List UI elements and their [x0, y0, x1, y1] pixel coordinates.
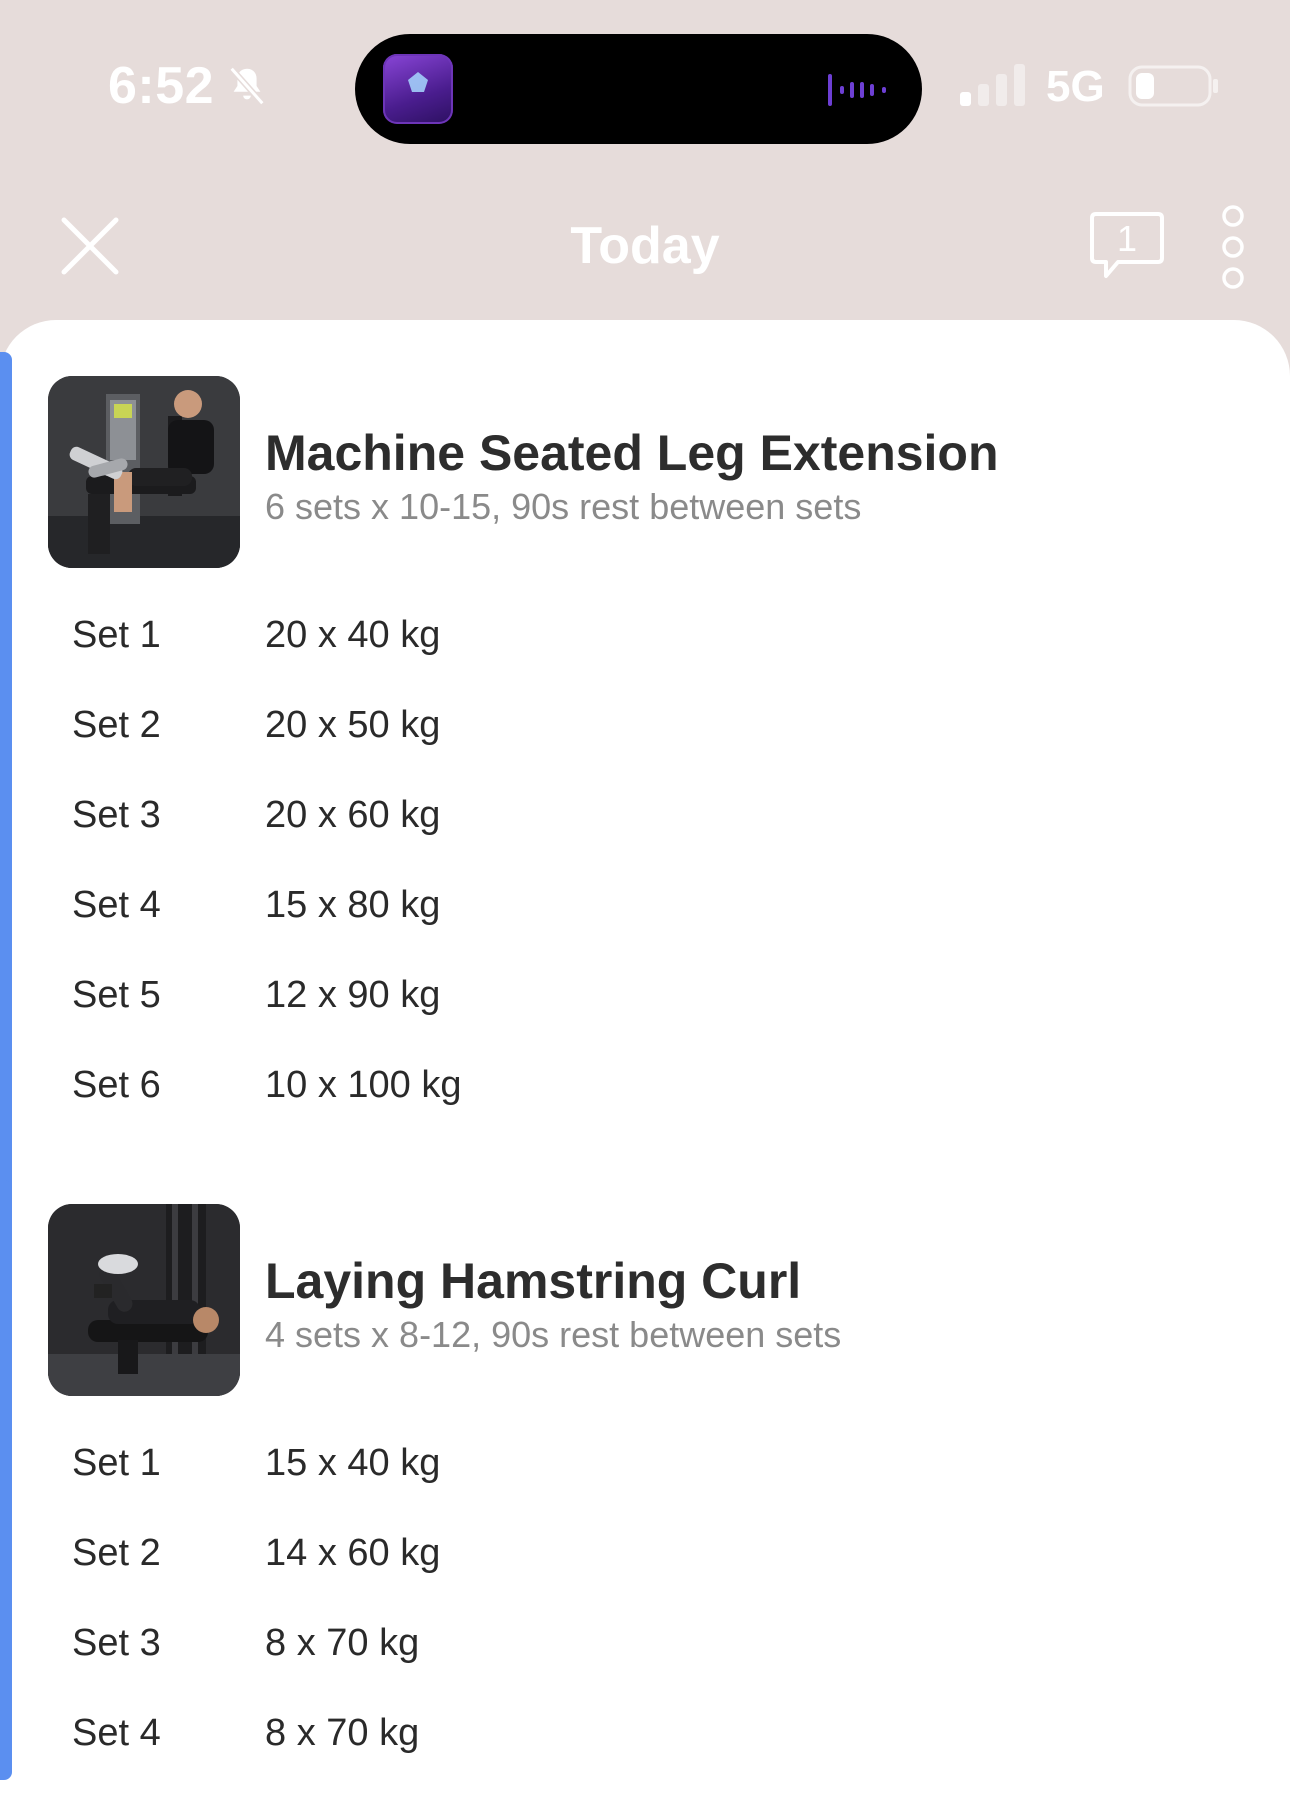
set-value: 20 x 60 kg	[265, 794, 441, 836]
set-label: Set 2	[72, 704, 161, 746]
live-activity-app-icon[interactable]	[383, 54, 453, 124]
set-label: Set 3	[72, 794, 161, 836]
set-label: Set 1	[72, 614, 161, 656]
set-label: Set 4	[72, 884, 161, 926]
status-time: 6:52	[108, 56, 270, 116]
exercise-card[interactable]: Laying Hamstring Curl 4 sets x 8-12, 90s…	[0, 1180, 1290, 1800]
exercise-thumbnail[interactable]	[48, 376, 240, 568]
set-row[interactable]: Set 4 15 x 80 kg	[0, 864, 1290, 954]
set-row[interactable]: Set 2 14 x 60 kg	[0, 1512, 1290, 1602]
set-row[interactable]: Set 6 10 x 100 kg	[0, 1044, 1290, 1134]
comments-button[interactable]: 1	[1088, 210, 1166, 282]
set-value: 20 x 40 kg	[265, 614, 441, 656]
more-vertical-icon[interactable]	[1218, 204, 1248, 290]
exercise-name: Laying Hamstring Curl	[265, 1253, 802, 1309]
dynamic-island	[355, 34, 922, 144]
battery-icon	[1128, 65, 1218, 107]
set-row[interactable]: Set 2 20 x 50 kg	[0, 684, 1290, 774]
set-value: 20 x 50 kg	[265, 704, 441, 746]
set-row[interactable]: Set 3 8 x 70 kg	[0, 1602, 1290, 1692]
set-row[interactable]: Set 3 20 x 60 kg	[0, 774, 1290, 864]
exercise-prescription: 4 sets x 8-12, 90s rest between sets	[265, 1314, 842, 1355]
audio-waveform-icon	[828, 74, 886, 106]
hamstring-curl-photo	[48, 1204, 240, 1396]
set-row[interactable]: Set 1 20 x 40 kg	[0, 594, 1290, 684]
exercise-thumbnail[interactable]	[48, 1204, 240, 1396]
set-row[interactable]: Set 1 15 x 40 kg	[0, 1422, 1290, 1512]
status-time-text: 6:52	[108, 57, 215, 115]
set-label: Set 2	[72, 1532, 161, 1574]
set-value: 10 x 100 kg	[265, 1064, 462, 1106]
set-label: Set 6	[72, 1064, 161, 1106]
set-value: 15 x 80 kg	[265, 884, 441, 926]
set-value: 12 x 90 kg	[265, 974, 441, 1016]
set-value: 8 x 70 kg	[265, 1712, 420, 1754]
exercise-prescription: 6 sets x 10-15, 90s rest between sets	[265, 486, 862, 527]
set-label: Set 3	[72, 1622, 161, 1664]
set-row[interactable]: Set 4 8 x 70 kg	[0, 1692, 1290, 1782]
network-type: 5G	[1046, 62, 1105, 111]
set-value: 14 x 60 kg	[265, 1532, 441, 1574]
workout-sheet: Machine Seated Leg Extension 6 sets x 10…	[0, 320, 1290, 1815]
bell-slash-icon	[229, 66, 265, 106]
set-label: Set 4	[72, 1712, 161, 1754]
exercise-name: Machine Seated Leg Extension	[265, 425, 999, 481]
set-value: 15 x 40 kg	[265, 1442, 441, 1484]
set-label: Set 5	[72, 974, 161, 1016]
set-row[interactable]: Set 5 12 x 90 kg	[0, 954, 1290, 1044]
comments-count: 1	[1116, 218, 1138, 259]
set-label: Set 1	[72, 1442, 161, 1484]
leg-extension-photo	[48, 376, 240, 568]
signal-icon	[960, 64, 1025, 106]
set-value: 8 x 70 kg	[265, 1622, 420, 1664]
